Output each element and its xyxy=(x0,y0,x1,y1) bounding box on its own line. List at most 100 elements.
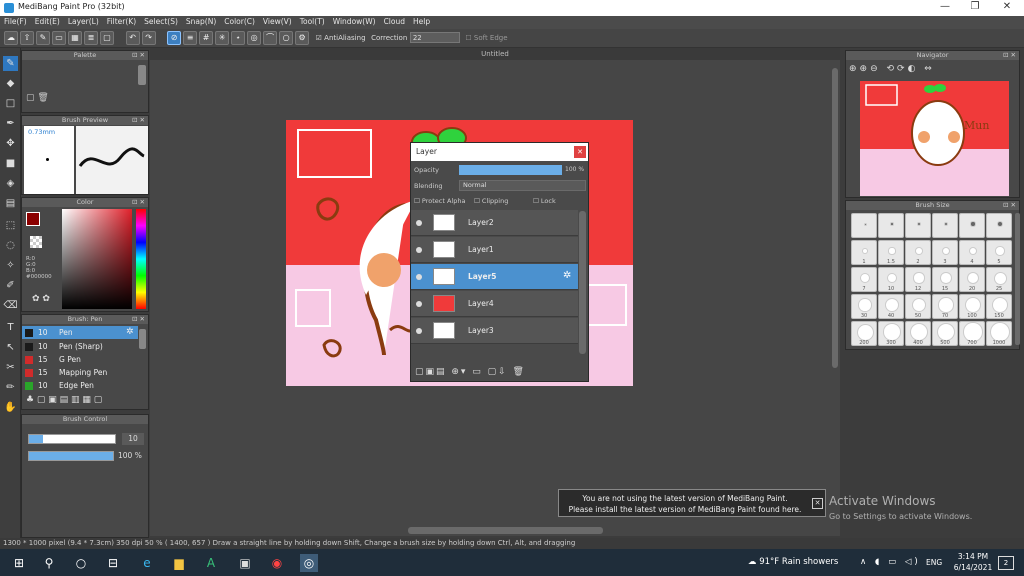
protect-alpha-checkbox[interactable]: ☐ Protect Alpha xyxy=(414,197,465,205)
notification-center-badge[interactable]: 2 xyxy=(998,556,1014,570)
layer-opacity-slider[interactable] xyxy=(459,165,562,175)
dot-tool-icon[interactable]: □ xyxy=(3,96,18,111)
notification-close-icon[interactable]: ✕ xyxy=(812,498,823,509)
brush-size-option[interactable]: 100 xyxy=(959,294,985,319)
layer-scrollbar[interactable] xyxy=(579,211,586,354)
close-button[interactable]: ✕ xyxy=(992,1,1022,15)
snap-curve-icon[interactable]: ⌒ xyxy=(263,31,278,45)
select-pen-icon[interactable]: ✐ xyxy=(3,278,18,293)
snap-grid-icon[interactable]: # xyxy=(199,31,214,45)
menu-layer[interactable]: Layer(L) xyxy=(64,16,103,27)
hand-tool-icon[interactable]: ✋ xyxy=(3,400,18,415)
menu-color[interactable]: Color(C) xyxy=(220,16,259,27)
palette-scrollbar[interactable] xyxy=(138,65,146,85)
canvas-horizontal-scrollbar[interactable] xyxy=(408,527,603,534)
layer-actions-icon[interactable]: ▢▣▤ ⊕▾ ▭ ▢⇩ 🗑 xyxy=(415,367,526,377)
menu-edit[interactable]: Edit(E) xyxy=(31,16,64,27)
menu-tool[interactable]: Tool(T) xyxy=(296,16,329,27)
panel-close-icon[interactable]: ⊡ ✕ xyxy=(132,116,145,125)
list-icon[interactable]: ≣ xyxy=(84,31,98,45)
tray-icons[interactable]: ∧ ◖ ▭ ◁) xyxy=(860,557,921,567)
fill-shape-tool-icon[interactable]: ■ xyxy=(3,156,18,171)
menu-help[interactable]: Help xyxy=(409,16,434,27)
text-tool-icon[interactable]: T xyxy=(3,320,18,335)
brush-size-option[interactable]: 1000 xyxy=(986,321,1012,346)
brush-size-option[interactable]: 15 xyxy=(932,267,958,292)
activate-windows-subtitle[interactable]: Go to Settings to activate Windows. xyxy=(829,512,972,521)
gradient-tool-icon[interactable]: ▤ xyxy=(3,196,18,211)
navigator-preview[interactable]: Mun xyxy=(860,81,1009,196)
bucket-tool-icon[interactable]: ◈ xyxy=(3,176,18,191)
brush-size-option[interactable] xyxy=(959,213,985,238)
maximize-button[interactable]: ❐ xyxy=(960,1,990,15)
brush-size-option[interactable]: 400 xyxy=(905,321,931,346)
brush-size-option[interactable]: 1 xyxy=(851,240,877,265)
brush-size-option[interactable] xyxy=(986,213,1012,238)
search-icon[interactable]: ⚲ xyxy=(40,554,58,572)
correction-select[interactable]: 22 xyxy=(409,32,460,43)
brush-size-option[interactable]: 4 xyxy=(959,240,985,265)
size-value[interactable]: 10 xyxy=(122,433,144,445)
panel-close-icon[interactable]: ⊡ ✕ xyxy=(1003,201,1016,210)
brush-size-option[interactable]: 30 xyxy=(851,294,877,319)
notification-line2[interactable]: Please install the latest version of Med… xyxy=(559,505,811,514)
brush-size-option[interactable]: 7 xyxy=(851,267,877,292)
store-icon[interactable]: ▣ xyxy=(236,554,254,572)
visibility-icon[interactable] xyxy=(416,328,422,334)
brush-size-option[interactable]: 700 xyxy=(959,321,985,346)
layer-row-layer5[interactable]: Layer5 ✲ xyxy=(411,264,578,290)
clock-date[interactable]: 6/14/2021 xyxy=(950,563,996,572)
visibility-icon[interactable] xyxy=(416,220,422,226)
background-color-swatch[interactable] xyxy=(30,236,42,248)
brush-item-edge-pen[interactable]: 10 Edge Pen xyxy=(22,379,138,392)
brush-size-scrollbar[interactable] xyxy=(1015,213,1020,345)
brush-size-option[interactable] xyxy=(878,213,904,238)
brush-size-option[interactable]: 2 xyxy=(905,240,931,265)
redo-icon[interactable]: ↷ xyxy=(141,31,156,45)
menu-file[interactable]: File(F) xyxy=(0,16,31,27)
layer-dialog-titlebar[interactable]: Layer xyxy=(411,143,588,161)
brush-size-option[interactable]: 500 xyxy=(932,321,958,346)
gear-icon[interactable]: ✲ xyxy=(563,270,571,281)
visibility-icon[interactable] xyxy=(416,247,422,253)
brush-actions-icon[interactable]: ♣ ▢ ▣ ▤ ▥ ▦ ▢ xyxy=(26,395,102,405)
brush-size-option[interactable]: 20 xyxy=(959,267,985,292)
brush-size-option[interactable] xyxy=(932,213,958,238)
panel-close-icon[interactable]: ⊡ ✕ xyxy=(132,51,145,60)
magic-wand-icon[interactable]: ✧ xyxy=(3,258,18,273)
brush-size-option[interactable]: 40 xyxy=(878,294,904,319)
brush-size-option[interactable]: 10 xyxy=(878,267,904,292)
antialias-checkbox[interactable]: ☑ AntiAliasing xyxy=(316,34,366,42)
snap-settings-icon[interactable]: ⚙ xyxy=(295,31,310,45)
minimize-button[interactable]: — xyxy=(930,1,960,15)
layer-row-layer3[interactable]: Layer3 xyxy=(411,318,578,344)
panel-close-icon[interactable]: ⊡ ✕ xyxy=(132,198,145,207)
chrome-icon[interactable]: ◉ xyxy=(268,554,286,572)
snap-parallel-icon[interactable]: ≡ xyxy=(183,31,198,45)
layer-row-layer2[interactable]: Layer2 xyxy=(411,210,578,236)
select-tool-icon[interactable]: ⬚ xyxy=(3,218,18,233)
cloud-icon[interactable]: ☁ xyxy=(4,31,18,45)
medibang-taskbar-icon[interactable]: ◎ xyxy=(300,554,318,572)
menu-filter[interactable]: Filter(K) xyxy=(103,16,140,27)
photo-app-icon[interactable]: A xyxy=(202,554,220,572)
color-sv-picker[interactable] xyxy=(62,209,132,309)
menu-select[interactable]: Select(S) xyxy=(140,16,182,27)
frame-icon[interactable]: ▢ xyxy=(100,31,114,45)
softedge-checkbox[interactable]: ☐ Soft Edge xyxy=(465,34,507,42)
opacity-slider[interactable] xyxy=(28,451,114,461)
language-indicator[interactable]: ENG xyxy=(926,558,942,567)
select-eraser-icon[interactable]: ⌫ xyxy=(3,298,18,313)
brush-item-g-pen[interactable]: 15 G Pen xyxy=(22,353,138,366)
weather-widget[interactable]: ☁ 91°F Rain showers xyxy=(748,557,838,567)
clock-time[interactable]: 3:14 PM xyxy=(955,552,991,561)
operation-tool-icon[interactable]: ↖ xyxy=(3,340,18,355)
eyedropper-tool-icon[interactable]: ✏ xyxy=(3,380,18,395)
color-palette-icon[interactable]: ✿ ✿ xyxy=(32,294,50,304)
brush-size-option[interactable]: 3 xyxy=(932,240,958,265)
color-hue-slider[interactable] xyxy=(136,209,146,309)
grid-icon[interactable]: ▦ xyxy=(68,31,82,45)
canvas-vertical-scrollbar[interactable] xyxy=(832,68,838,368)
brush-size-option[interactable]: 12 xyxy=(905,267,931,292)
gear-icon[interactable]: ✲ xyxy=(126,327,134,337)
